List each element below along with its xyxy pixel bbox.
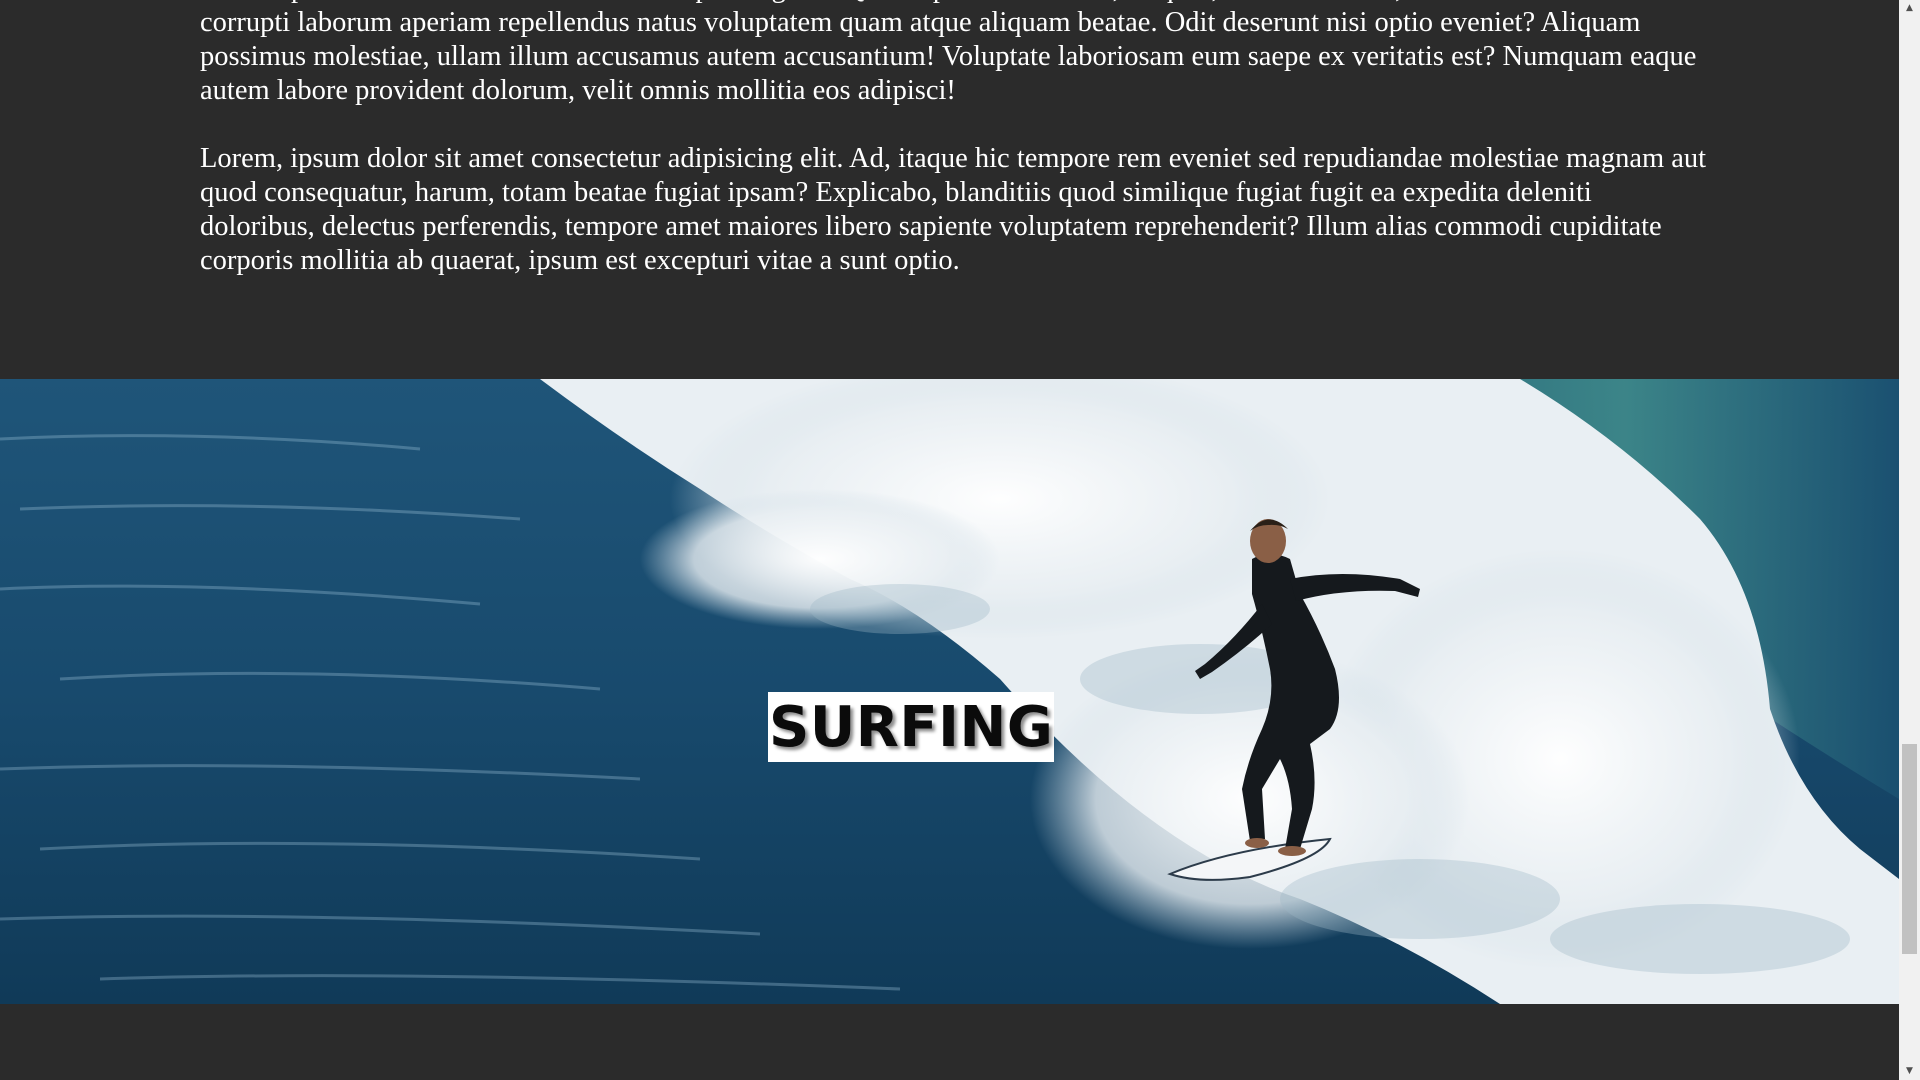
page: Lorem ipsum dolor sit amet consectetur a… xyxy=(0,0,1899,1080)
article-paragraph-2: Lorem, ipsum dolor sit amet consectetur … xyxy=(200,143,1707,276)
scroll-up-arrow-icon[interactable]: ▲ xyxy=(1899,0,1920,17)
article-text-section: Lorem ipsum dolor sit amet consectetur a… xyxy=(200,0,1710,312)
vertical-scrollbar[interactable]: ▲ ▼ xyxy=(1899,0,1920,1080)
footer-band xyxy=(0,1004,1899,1080)
scrollbar-thumb[interactable] xyxy=(1902,744,1917,954)
article-paragraph-1: Lorem ipsum dolor sit amet consectetur a… xyxy=(200,0,1697,106)
hero-title: SURFING xyxy=(768,692,1055,762)
scroll-down-arrow-icon[interactable]: ▼ xyxy=(1899,1063,1920,1080)
surfing-hero-banner: SURFING xyxy=(0,379,1899,1004)
